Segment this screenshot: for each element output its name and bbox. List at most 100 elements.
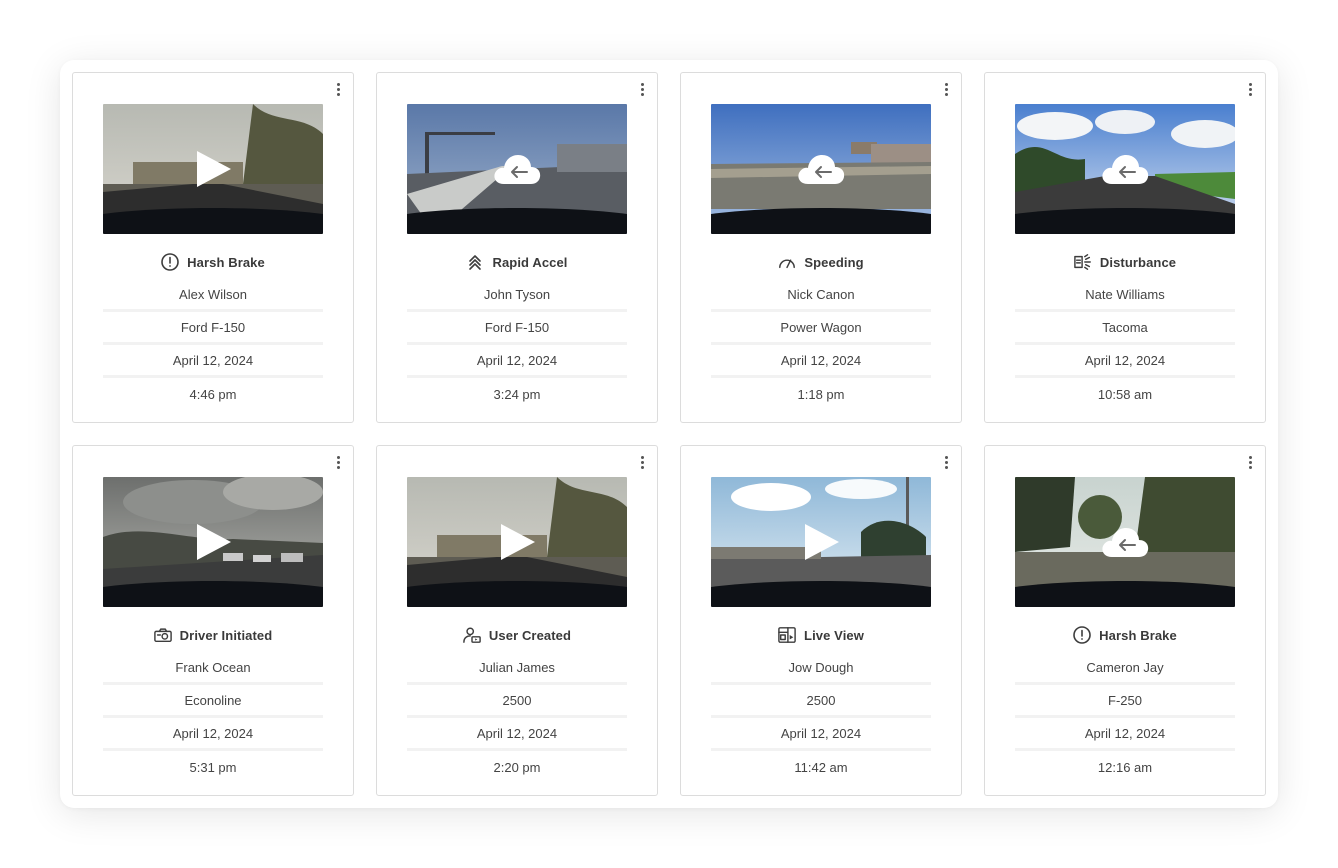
event-type: Speeding — [681, 252, 961, 272]
event-type: Live View — [681, 625, 961, 645]
exclamation-circle-icon — [1073, 626, 1091, 644]
double-chevron-up-icon — [466, 253, 484, 271]
cloud-upload-icon[interactable] — [796, 152, 846, 186]
event-details: Cameron Jay F-250 April 12, 2024 12:16 a… — [1015, 652, 1235, 784]
video-thumbnail[interactable] — [1015, 104, 1235, 234]
vehicle-name: 2500 — [711, 685, 931, 718]
event-date: April 12, 2024 — [711, 718, 931, 751]
more-options-icon[interactable] — [1243, 81, 1257, 97]
event-date: April 12, 2024 — [407, 345, 627, 378]
event-date: April 12, 2024 — [103, 345, 323, 378]
event-type: User Created — [377, 625, 657, 645]
event-date: April 12, 2024 — [1015, 345, 1235, 378]
event-time: 12:16 am — [1097, 760, 1153, 775]
event-time: 1:18 pm — [797, 387, 845, 402]
event-time: 11:42 am — [794, 760, 848, 775]
live-view-icon — [778, 626, 796, 644]
event-time: 10:58 am — [1097, 387, 1153, 402]
driver-name: Alex Wilson — [103, 279, 323, 312]
event-type: Rapid Accel — [377, 252, 657, 272]
vehicle-name: Power Wagon — [711, 312, 931, 345]
speedometer-icon — [778, 253, 796, 271]
media-state-overlay[interactable] — [1015, 104, 1235, 234]
event-card[interactable]: Driver Initiated Frank Ocean Econoline A… — [72, 445, 354, 796]
event-card[interactable]: User Created Julian James 2500 April 12,… — [376, 445, 658, 796]
video-thumbnail[interactable] — [407, 477, 627, 607]
event-date: April 12, 2024 — [103, 718, 323, 751]
event-details: Alex Wilson Ford F-150 April 12, 2024 4:… — [103, 279, 323, 411]
driver-name: Frank Ocean — [103, 652, 323, 685]
event-time: 3:24 pm — [493, 387, 541, 402]
exclamation-circle-icon — [161, 253, 179, 271]
event-type-label: Harsh Brake — [1099, 627, 1177, 643]
event-date: April 12, 2024 — [407, 718, 627, 751]
event-time: 2:20 pm — [493, 760, 541, 775]
event-details: Julian James 2500 April 12, 2024 2:20 pm — [407, 652, 627, 784]
user-video-icon — [463, 626, 481, 644]
event-details: Nate Williams Tacoma April 12, 2024 10:5… — [1015, 279, 1235, 411]
disturbance-icon — [1074, 253, 1092, 271]
event-details: Jow Dough 2500 April 12, 2024 11:42 am — [711, 652, 931, 784]
cloud-upload-icon[interactable] — [492, 152, 542, 186]
event-card[interactable]: Harsh Brake Alex Wilson Ford F-150 April… — [72, 72, 354, 423]
vehicle-name: Ford F-150 — [103, 312, 323, 345]
event-card[interactable]: Rapid Accel John Tyson Ford F-150 April … — [376, 72, 658, 423]
event-date: April 12, 2024 — [711, 345, 931, 378]
event-type: Harsh Brake — [985, 625, 1265, 645]
event-card-grid: Harsh Brake Alex Wilson Ford F-150 April… — [72, 72, 1266, 796]
driver-name: Cameron Jay — [1015, 652, 1235, 685]
vehicle-name: F-250 — [1015, 685, 1235, 718]
vehicle-name: Ford F-150 — [407, 312, 627, 345]
media-state-overlay[interactable] — [103, 477, 323, 607]
event-card[interactable]: Harsh Brake Cameron Jay F-250 April 12, … — [984, 445, 1266, 796]
more-options-icon[interactable] — [939, 81, 953, 97]
cloud-upload-icon[interactable] — [1100, 152, 1150, 186]
event-time: 4:46 pm — [189, 387, 237, 402]
more-options-icon[interactable] — [331, 81, 345, 97]
video-thumbnail[interactable] — [711, 104, 931, 234]
event-details: Frank Ocean Econoline April 12, 2024 5:3… — [103, 652, 323, 784]
vehicle-name: 2500 — [407, 685, 627, 718]
driver-name: Jow Dough — [711, 652, 931, 685]
vehicle-name: Econoline — [103, 685, 323, 718]
event-card[interactable]: Disturbance Nate Williams Tacoma April 1… — [984, 72, 1266, 423]
play-icon[interactable] — [497, 522, 537, 562]
event-time: 5:31 pm — [189, 760, 237, 775]
more-options-icon[interactable] — [939, 454, 953, 470]
event-type-label: Live View — [804, 627, 864, 643]
event-type-label: Driver Initiated — [179, 627, 273, 643]
play-icon[interactable] — [801, 522, 841, 562]
video-thumbnail[interactable] — [1015, 477, 1235, 607]
driver-name: Julian James — [407, 652, 627, 685]
events-panel: Harsh Brake Alex Wilson Ford F-150 April… — [60, 60, 1278, 808]
media-state-overlay[interactable] — [103, 104, 323, 234]
event-type-label: Rapid Accel — [492, 254, 568, 270]
event-card[interactable]: Speeding Nick Canon Power Wagon April 12… — [680, 72, 962, 423]
more-options-icon[interactable] — [331, 454, 345, 470]
video-thumbnail[interactable] — [711, 477, 931, 607]
video-thumbnail[interactable] — [103, 477, 323, 607]
event-type: Disturbance — [985, 252, 1265, 272]
media-state-overlay[interactable] — [711, 104, 931, 234]
driver-name: Nick Canon — [711, 279, 931, 312]
driver-name: John Tyson — [407, 279, 627, 312]
event-date: April 12, 2024 — [1015, 718, 1235, 751]
event-type-label: Speeding — [804, 254, 864, 270]
vehicle-name: Tacoma — [1015, 312, 1235, 345]
media-state-overlay[interactable] — [407, 477, 627, 607]
media-state-overlay[interactable] — [711, 477, 931, 607]
more-options-icon[interactable] — [635, 454, 649, 470]
media-state-overlay[interactable] — [407, 104, 627, 234]
video-thumbnail[interactable] — [103, 104, 323, 234]
cloud-upload-icon[interactable] — [1100, 525, 1150, 559]
driver-name: Nate Williams — [1015, 279, 1235, 312]
more-options-icon[interactable] — [635, 81, 649, 97]
event-card[interactable]: Live View Jow Dough 2500 April 12, 2024 … — [680, 445, 962, 796]
more-options-icon[interactable] — [1243, 454, 1257, 470]
play-icon[interactable] — [193, 149, 233, 189]
event-type-label: Harsh Brake — [187, 254, 265, 270]
event-type-label: User Created — [488, 627, 572, 643]
video-thumbnail[interactable] — [407, 104, 627, 234]
play-icon[interactable] — [193, 522, 233, 562]
media-state-overlay[interactable] — [1015, 477, 1235, 607]
